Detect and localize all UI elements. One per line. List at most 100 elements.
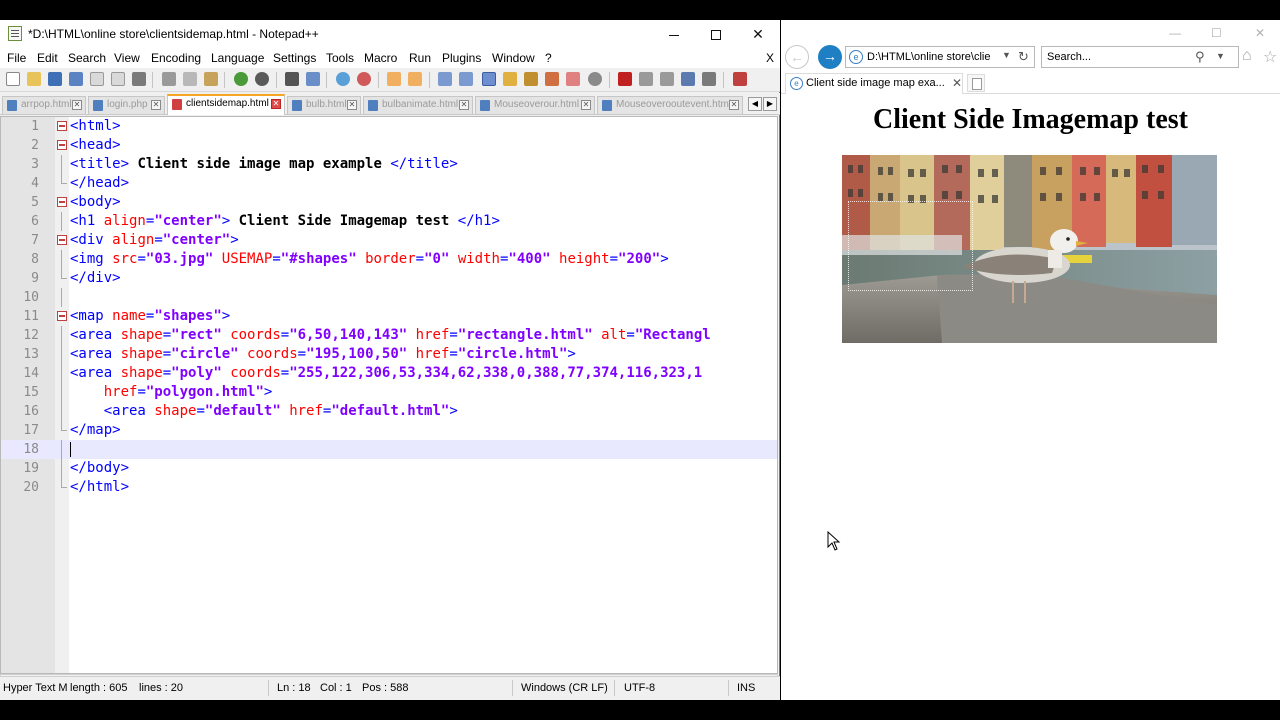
folder-workspace-icon[interactable]: [566, 72, 580, 86]
menu-encoding[interactable]: Encoding: [151, 51, 201, 65]
menu-tools[interactable]: Tools: [326, 51, 354, 65]
back-button[interactable]: ←: [785, 45, 809, 69]
menu-view[interactable]: View: [114, 51, 140, 65]
search-icon[interactable]: ⚲: [1195, 49, 1205, 65]
save-all-icon[interactable]: [69, 72, 83, 86]
tab-close-icon[interactable]: ✕: [72, 100, 82, 110]
imagemap-rect-area[interactable]: [848, 201, 973, 291]
search-dropdown-icon[interactable]: ▼: [1216, 51, 1225, 61]
find-icon[interactable]: [285, 72, 299, 86]
indent-guide-icon[interactable]: [482, 72, 496, 86]
word-wrap-icon[interactable]: [438, 72, 452, 86]
tab-close-icon[interactable]: ✕: [271, 99, 281, 109]
menu-settings[interactable]: Settings: [273, 51, 316, 65]
browser-maximize-icon[interactable]: ☐: [1211, 26, 1222, 40]
save-icon[interactable]: [48, 72, 62, 86]
address-bar[interactable]: e D:\HTML\online store\clie ▼ ↻: [845, 46, 1035, 68]
tab-arrpop[interactable]: arrpop.html ✕: [2, 96, 86, 114]
code-line[interactable]: 10: [1, 288, 777, 307]
code-line[interactable]: 15 href="polygon.html">: [1, 383, 777, 402]
menu-help[interactable]: ?: [545, 51, 552, 65]
menu-file[interactable]: File: [7, 51, 26, 65]
redo-icon[interactable]: [255, 72, 269, 86]
sync-v-icon[interactable]: [387, 72, 401, 86]
close-button[interactable]: ✕: [742, 24, 774, 44]
tab-close-icon[interactable]: ✕: [347, 100, 357, 110]
code-line[interactable]: 4 </head>: [1, 174, 777, 193]
favorites-star-icon[interactable]: ☆: [1263, 47, 1277, 67]
menu-macro[interactable]: Macro: [364, 51, 397, 65]
run-macro-multiple-icon[interactable]: [681, 72, 695, 86]
monitor-icon[interactable]: [588, 72, 602, 86]
code-line[interactable]: 9 </div>: [1, 269, 777, 288]
browser-minimize-icon[interactable]: —: [1169, 26, 1181, 40]
close-all-icon[interactable]: [111, 72, 125, 86]
doc-map-icon[interactable]: [524, 72, 538, 86]
zoom-out-icon[interactable]: [357, 72, 371, 86]
zoom-in-icon[interactable]: [336, 72, 350, 86]
copy-icon[interactable]: [183, 72, 197, 86]
tab-login[interactable]: login.php ✕: [88, 96, 165, 114]
code-line[interactable]: 5 <body>: [1, 193, 777, 212]
menu-run[interactable]: Run: [409, 51, 431, 65]
stop-macro-icon[interactable]: [639, 72, 653, 86]
tab-mouseoverour[interactable]: Mouseoverour.html ✕: [475, 96, 595, 114]
code-line[interactable]: 7 <div align="center">: [1, 231, 777, 250]
sync-h-icon[interactable]: [408, 72, 422, 86]
tab-close-icon[interactable]: ✕: [581, 100, 591, 110]
paste-icon[interactable]: [204, 72, 218, 86]
fold-toggle-icon[interactable]: [57, 311, 67, 321]
spell-check-icon[interactable]: [733, 72, 747, 86]
code-line[interactable]: 1 <html>: [1, 117, 777, 136]
code-line[interactable]: 20 </html>: [1, 478, 777, 497]
code-line[interactable]: 2 <head>: [1, 136, 777, 155]
new-file-icon[interactable]: [6, 72, 20, 86]
show-symbols-icon[interactable]: [459, 72, 473, 86]
record-macro-icon[interactable]: [618, 72, 632, 86]
search-input[interactable]: Search...: [1047, 51, 1091, 63]
function-list-icon[interactable]: [545, 72, 559, 86]
code-line[interactable]: 18: [1, 440, 777, 459]
address-dropdown-icon[interactable]: ▼: [1002, 50, 1011, 60]
tab-close-icon[interactable]: ✕: [459, 100, 469, 110]
close-tab-icon[interactable]: ✕: [952, 76, 962, 90]
code-line[interactable]: 3 <title> Client side image map example <…: [1, 155, 777, 174]
browser-tab[interactable]: e Client side image map exa... ✕: [785, 73, 963, 94]
tab-scroll-left-icon[interactable]: ◀: [748, 97, 762, 111]
menu-window[interactable]: Window: [492, 51, 535, 65]
tab-bulb[interactable]: bulb.html ✕: [287, 96, 361, 114]
refresh-icon[interactable]: ↻: [1018, 49, 1029, 65]
code-line[interactable]: 16 <area shape="default" href="default.h…: [1, 402, 777, 421]
undo-icon[interactable]: [234, 72, 248, 86]
fold-toggle-icon[interactable]: [57, 235, 67, 245]
close-file-icon[interactable]: [90, 72, 104, 86]
play-macro-icon[interactable]: [660, 72, 674, 86]
home-icon[interactable]: ⌂: [1242, 47, 1252, 65]
tab-bulbanimate[interactable]: bulbanimate.html ✕: [363, 96, 473, 114]
code-line[interactable]: 13 <area shape="circle" coords="195,100,5…: [1, 345, 777, 364]
menu-plugins[interactable]: Plugins: [442, 51, 481, 65]
code-line[interactable]: 14 <area shape="poly" coords="255,122,306…: [1, 364, 777, 383]
code-line[interactable]: 19 </body>: [1, 459, 777, 478]
fold-toggle-icon[interactable]: [57, 140, 67, 150]
fold-toggle-icon[interactable]: [57, 197, 67, 207]
browser-close-icon[interactable]: ✕: [1255, 26, 1265, 40]
close-document-button[interactable]: X: [766, 51, 774, 65]
fold-toggle-icon[interactable]: [57, 121, 67, 131]
replace-icon[interactable]: [306, 72, 320, 86]
open-file-icon[interactable]: [27, 72, 41, 86]
save-macro-icon[interactable]: [702, 72, 716, 86]
lang-icon[interactable]: [503, 72, 517, 86]
cut-icon[interactable]: [162, 72, 176, 86]
tab-close-icon[interactable]: ✕: [151, 100, 161, 110]
maximize-button[interactable]: [700, 24, 732, 44]
tab-clientsidemap[interactable]: clientsidemap.html ✕: [167, 94, 285, 115]
minimize-button[interactable]: [658, 24, 690, 44]
code-editor[interactable]: 1 <html> 2 <head> 3 <title> Client side image…: [0, 116, 778, 674]
code-line[interactable]: 8 <img src="03.jpg" USEMAP="#shapes" bord…: [1, 250, 777, 269]
menu-search[interactable]: Search: [68, 51, 106, 65]
new-tab-button[interactable]: [967, 74, 985, 92]
print-icon[interactable]: [132, 72, 146, 86]
tab-mouseoverooutevent[interactable]: Mouseoverooutevent.html ✕: [597, 96, 743, 114]
code-line[interactable]: 11 <map name="shapes">: [1, 307, 777, 326]
